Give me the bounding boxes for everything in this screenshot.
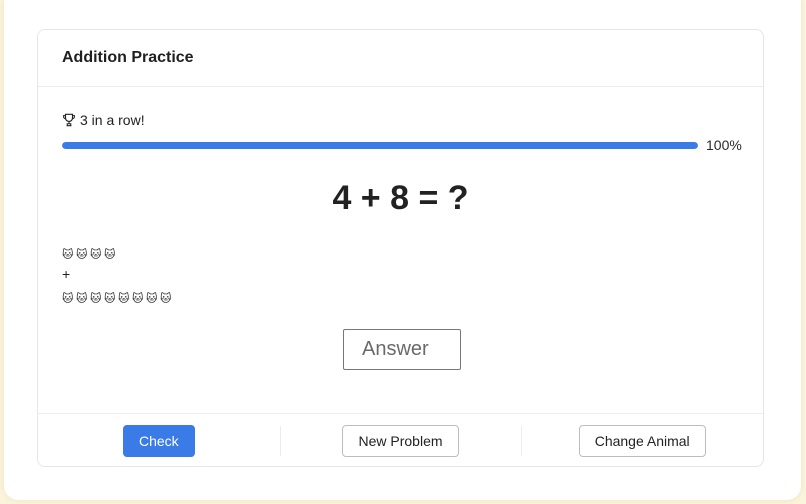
cat-face-icon: 🐱 <box>118 293 130 305</box>
cat-face-icon: 🐱 <box>62 293 74 305</box>
page-title: Addition Practice <box>62 49 194 66</box>
progress-bar <box>62 141 698 149</box>
progress-fill <box>62 141 698 149</box>
check-button[interactable]: Check <box>122 425 195 457</box>
cat-face-icon: 🐱 <box>146 293 158 305</box>
cat-face-icon: 🐱 <box>104 293 116 305</box>
cat-face-icon: 🐱 <box>132 293 144 305</box>
problem-equation: 4 + 8 = ? <box>332 179 469 217</box>
addend-a-group: 🐱 🐱 🐱 🐱 <box>62 241 174 263</box>
cat-face-icon: 🐱 <box>90 293 102 305</box>
progress-label: 100% <box>706 137 742 153</box>
change-animal-button[interactable]: Change Animal <box>578 425 706 457</box>
counting-visual: 🐱 🐱 🐱 🐱 + 🐱 🐱 🐱 🐱 🐱 🐱 🐱 🐱 <box>62 241 174 307</box>
cat-face-icon: 🐱 <box>90 249 102 261</box>
answer-input[interactable] <box>343 329 461 370</box>
plus-sign: + <box>62 266 71 282</box>
footer-cell-check: Check <box>38 414 280 468</box>
cat-face-icon: 🐱 <box>76 249 88 261</box>
trophy-icon <box>63 113 75 127</box>
addend-b-group: 🐱 🐱 🐱 🐱 🐱 🐱 🐱 🐱 <box>62 285 174 307</box>
card-body: 3 in a row! 100% 4 + 8 = ? 🐱 🐱 🐱 🐱 + 🐱 🐱 🐱 🐱 🐱 🐱… <box>38 87 763 414</box>
practice-card: Addition Practice 3 in a row! 100% 4 + 8… <box>37 29 764 467</box>
cat-face-icon: 🐱 <box>160 293 172 305</box>
cat-face-icon: 🐱 <box>76 293 88 305</box>
streak-indicator: 3 in a row! <box>62 112 145 128</box>
cat-face-icon: 🐱 <box>62 249 74 261</box>
app-frame: Addition Practice 3 in a row! 100% 4 + 8… <box>4 0 801 500</box>
new-problem-button[interactable]: New Problem <box>342 425 459 457</box>
footer-cell-change-animal: Change Animal <box>521 414 763 468</box>
progress-row: 100% <box>62 137 742 153</box>
card-footer: Check New Problem Change Animal <box>38 414 763 468</box>
cat-face-icon: 🐱 <box>104 249 116 261</box>
streak-text: 3 in a row! <box>80 112 145 128</box>
footer-cell-new-problem: New Problem <box>279 414 522 468</box>
card-header: Addition Practice <box>38 30 763 87</box>
